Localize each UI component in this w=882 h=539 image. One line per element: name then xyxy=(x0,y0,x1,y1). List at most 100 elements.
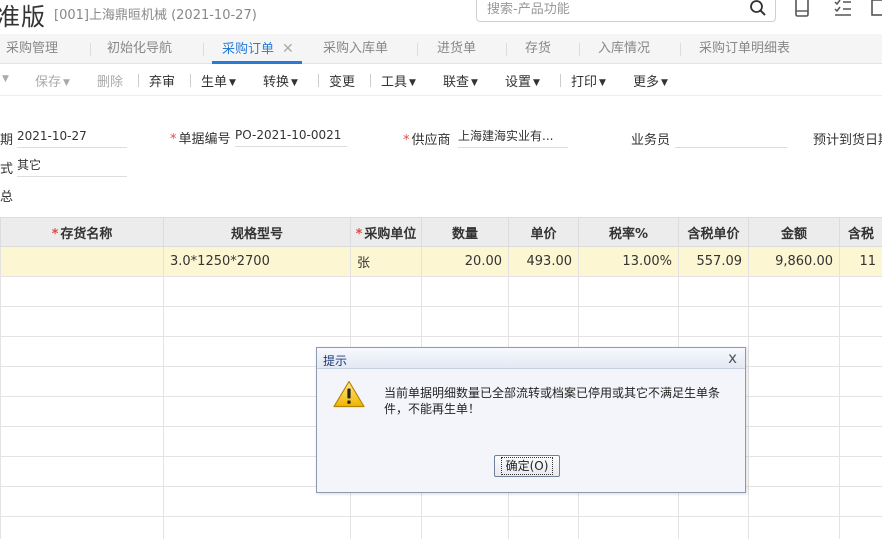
tab-purchase-order[interactable]: 采购订单 ✕ xyxy=(212,34,302,64)
grid-cell-empty[interactable] xyxy=(748,396,840,427)
grid-cell-empty[interactable] xyxy=(508,516,579,539)
salesman-field[interactable] xyxy=(675,126,787,148)
grid-cell-empty[interactable] xyxy=(748,336,840,367)
tools-button[interactable]: 工具 ▼ xyxy=(381,71,416,90)
grid-cell-empty[interactable] xyxy=(839,486,882,517)
grid-cell-empty[interactable] xyxy=(839,456,882,487)
grid-cell-empty[interactable] xyxy=(508,306,579,337)
cell-tax-incl[interactable]: 11 xyxy=(839,246,882,277)
save-button[interactable]: 保存 ▼ xyxy=(35,71,70,90)
search-box[interactable] xyxy=(476,0,776,22)
grid-cell-empty[interactable] xyxy=(578,516,679,539)
grid-cell-empty[interactable] xyxy=(748,366,840,397)
cell-spec[interactable]: 3.0*1250*2700 xyxy=(163,246,351,277)
grid-cell-empty[interactable] xyxy=(0,456,164,487)
grid-cell-empty[interactable] xyxy=(350,306,422,337)
grid-cell-empty[interactable] xyxy=(748,276,840,307)
change-button[interactable]: 变更 xyxy=(329,71,355,90)
grid-cell-empty[interactable] xyxy=(421,516,509,539)
method-field[interactable]: 其它 xyxy=(17,155,127,177)
grid-cell-empty[interactable] xyxy=(678,516,749,539)
window-icon[interactable] xyxy=(870,0,882,18)
generate-button[interactable]: 生单 ▼ xyxy=(201,71,236,90)
settings-button[interactable]: 设置 ▼ xyxy=(505,71,540,90)
col-header-price[interactable]: 单价 xyxy=(508,217,579,247)
dialog-title-bar[interactable]: 提示 x xyxy=(317,348,745,369)
dialog-close-icon[interactable]: x xyxy=(728,349,737,367)
ok-button[interactable]: 确定(O) xyxy=(494,455,560,477)
col-header-item-name[interactable]: * 存货名称 xyxy=(0,217,164,247)
more-button[interactable]: 更多 ▼ xyxy=(633,71,668,90)
search-icon[interactable] xyxy=(749,0,767,17)
grid-cell-empty[interactable] xyxy=(350,276,422,307)
grid-cell-empty[interactable] xyxy=(839,366,882,397)
toolbar-prev-dropdown[interactable]: ▼ xyxy=(0,71,9,86)
col-header-tax-incl[interactable]: 含税 xyxy=(839,217,882,247)
grid-cell-empty[interactable] xyxy=(839,426,882,457)
delete-button[interactable]: 删除 xyxy=(97,71,123,90)
grid-cell-empty[interactable] xyxy=(839,306,882,337)
grid-cell-empty[interactable] xyxy=(578,276,679,307)
col-header-amount[interactable]: 金额 xyxy=(748,217,840,247)
col-header-tax-price[interactable]: 含税单价 xyxy=(678,217,749,247)
table-row-empty[interactable] xyxy=(0,516,882,539)
query-button[interactable]: 联查 ▼ xyxy=(443,71,478,90)
col-header-unit[interactable]: * 采购单位 xyxy=(350,217,422,247)
tab-close-icon[interactable]: ✕ xyxy=(282,41,294,57)
table-row-empty[interactable] xyxy=(0,306,882,337)
grid-cell-empty[interactable] xyxy=(678,306,749,337)
cell-price[interactable]: 493.00 xyxy=(508,246,579,277)
col-header-tax-rate[interactable]: 税率% xyxy=(578,217,679,247)
grid-cell-empty[interactable] xyxy=(748,426,840,457)
convert-button[interactable]: 转换 ▼ xyxy=(263,71,298,90)
grid-cell-empty[interactable] xyxy=(421,306,509,337)
col-header-spec[interactable]: 规格型号 xyxy=(163,217,351,247)
docno-field[interactable]: PO-2021-10-0021 xyxy=(235,125,347,147)
grid-cell-empty[interactable] xyxy=(0,516,164,539)
tab-incoming[interactable]: 进货单 xyxy=(437,34,476,64)
cell-unit[interactable]: 张 xyxy=(350,246,422,277)
grid-cell-empty[interactable] xyxy=(421,276,509,307)
cell-qty[interactable]: 20.00 xyxy=(421,246,509,277)
grid-cell-empty[interactable] xyxy=(839,396,882,427)
cell-amount[interactable]: 9,860.00 xyxy=(748,246,840,277)
tab-receipt-status[interactable]: 入库情况 xyxy=(598,34,650,64)
table-row[interactable]: 3.0*1250*2700 张 20.00 493.00 13.00% 557.… xyxy=(0,246,882,277)
tab-purchase-mgmt[interactable]: 采购管理 xyxy=(6,34,58,64)
grid-cell-empty[interactable] xyxy=(839,516,882,539)
grid-cell-empty[interactable] xyxy=(163,276,351,307)
grid-cell-empty[interactable] xyxy=(839,276,882,307)
grid-cell-empty[interactable] xyxy=(839,336,882,367)
mobile-icon[interactable] xyxy=(792,0,812,18)
grid-cell-empty[interactable] xyxy=(163,516,351,539)
tab-init-nav[interactable]: 初始化导航 xyxy=(107,34,172,64)
grid-cell-empty[interactable] xyxy=(0,306,164,337)
grid-cell-empty[interactable] xyxy=(0,486,164,517)
grid-cell-empty[interactable] xyxy=(0,336,164,367)
cell-tax-price[interactable]: 557.09 xyxy=(678,246,749,277)
col-header-qty[interactable]: 数量 xyxy=(421,217,509,247)
grid-cell-empty[interactable] xyxy=(508,276,579,307)
tab-purchase-receipt[interactable]: 采购入库单 xyxy=(323,34,388,64)
grid-cell-empty[interactable] xyxy=(0,276,164,307)
abandon-review-button[interactable]: 弃审 xyxy=(149,71,175,90)
grid-cell-empty[interactable] xyxy=(748,516,840,539)
supplier-field[interactable]: 上海建海实业有... xyxy=(458,126,568,148)
cell-item-name[interactable] xyxy=(0,246,164,277)
grid-cell-empty[interactable] xyxy=(350,516,422,539)
grid-cell-empty[interactable] xyxy=(678,276,749,307)
grid-cell-empty[interactable] xyxy=(748,456,840,487)
tab-inventory[interactable]: 存货 xyxy=(525,34,551,64)
print-button[interactable]: 打印 ▼ xyxy=(571,71,606,90)
task-list-icon[interactable] xyxy=(833,0,853,18)
grid-cell-empty[interactable] xyxy=(0,426,164,457)
search-input[interactable] xyxy=(487,2,737,17)
tab-order-detail[interactable]: 采购订单明细表 xyxy=(699,34,790,64)
grid-cell-empty[interactable] xyxy=(163,306,351,337)
table-row-empty[interactable] xyxy=(0,276,882,307)
grid-cell-empty[interactable] xyxy=(748,486,840,517)
grid-cell-empty[interactable] xyxy=(0,396,164,427)
date-field[interactable]: 2021-10-27 xyxy=(17,126,127,148)
grid-cell-empty[interactable] xyxy=(578,306,679,337)
grid-cell-empty[interactable] xyxy=(748,306,840,337)
